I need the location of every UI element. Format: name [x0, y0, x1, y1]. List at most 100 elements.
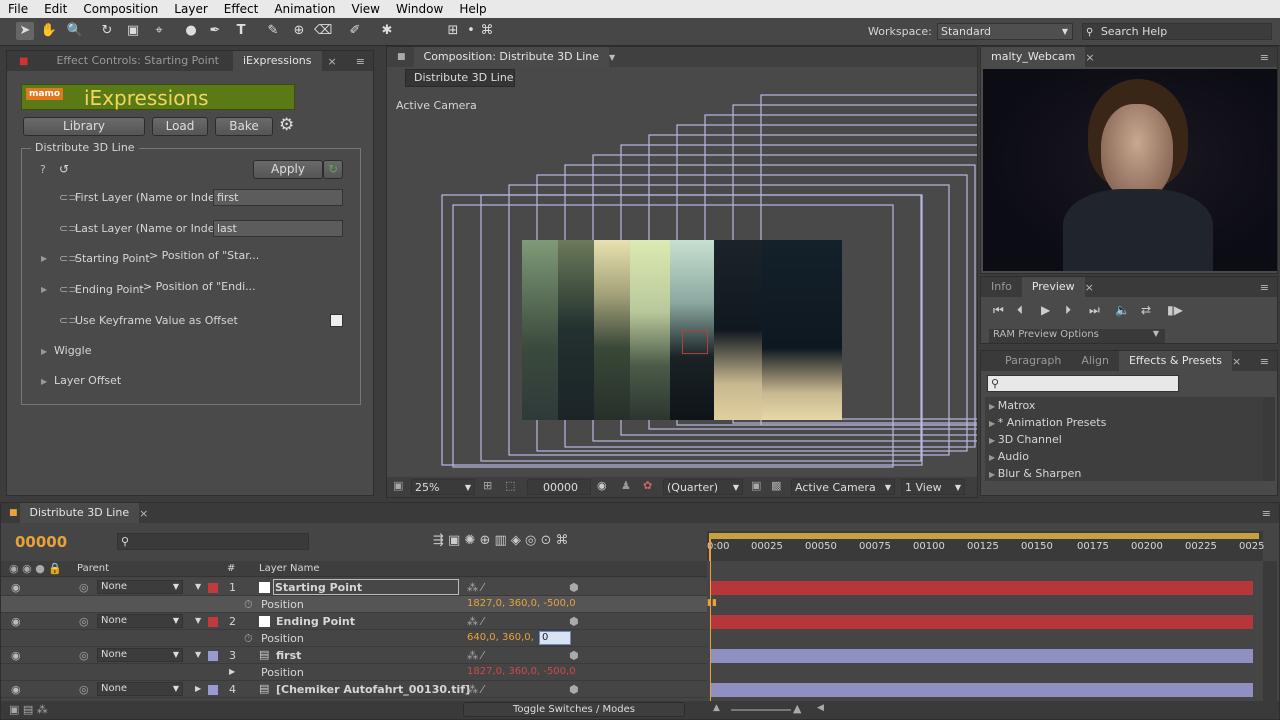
tab-timeline[interactable]: Distribute 3D Line — [19, 503, 140, 523]
loop-icon[interactable]: ⇄ — [1141, 303, 1151, 317]
scroll-left-icon[interactable]: ◀ — [817, 703, 824, 713]
layer-duration-bar[interactable] — [711, 683, 1253, 697]
label-color-swatch[interactable] — [208, 685, 218, 695]
layer-switches[interactable]: ⁂ ⁄ — [467, 649, 483, 662]
property-value[interactable]: 1827,0, 360,0, -500,0 — [467, 598, 576, 609]
menu-effect[interactable]: Effect — [216, 2, 267, 16]
eye-icon[interactable]: ◉ — [11, 683, 21, 696]
zoom-out-icon[interactable]: ▲ — [713, 703, 720, 713]
axis-mode-icon[interactable]: ⊞ — [444, 22, 462, 40]
parent-select[interactable]: None ▼ — [97, 648, 183, 662]
3d-layer-icon[interactable]: ⬢ — [569, 649, 579, 662]
layer-name[interactable]: Starting Point — [275, 581, 362, 594]
keyframe-offset-checkbox[interactable] — [330, 314, 343, 327]
next-frame-icon[interactable]: ⏵ — [1065, 303, 1071, 318]
property-value[interactable]: 1827,0, 360,0, -500,0 — [467, 666, 576, 677]
zoom-in-icon[interactable]: ▲ — [793, 702, 801, 715]
pickwhip-icon[interactable]: ◎ — [79, 683, 89, 696]
search-help-input[interactable]: ⚲ Search Help — [1082, 23, 1272, 40]
layer-switches-pane-icons[interactable]: ▣ ▤ ⁂ — [9, 703, 48, 716]
pickwhip-icon[interactable]: ◎ — [79, 649, 89, 662]
expand-triangle-icon[interactable]: ▶ — [41, 347, 47, 356]
3d-layer-icon[interactable]: ⬢ — [569, 615, 579, 628]
panel-menu-icon[interactable]: ≡ — [1262, 507, 1271, 520]
workspace-select[interactable]: Standard ▼ — [937, 23, 1073, 40]
camera-select[interactable]: Active Camera ▼ — [791, 479, 895, 495]
layer-name[interactable]: first — [276, 649, 301, 662]
layer-name[interactable]: Ending Point — [276, 615, 355, 628]
label-color-swatch[interactable] — [208, 651, 218, 661]
layer-switches[interactable]: ⁂ ⁄ — [467, 581, 483, 594]
apply-button[interactable]: Apply — [253, 160, 323, 179]
close-icon[interactable]: × — [139, 507, 148, 520]
resolution-select[interactable]: (Quarter) ▼ — [663, 479, 743, 495]
tab-webcam[interactable]: malty_Webcam — [981, 47, 1086, 67]
effects-search-input[interactable]: ⚲ — [987, 375, 1179, 392]
ending-point-value[interactable]: -> Position of "Endi... — [139, 280, 256, 293]
pen-tool-icon[interactable]: ✒ — [206, 22, 224, 40]
bake-button[interactable]: Bake — [215, 117, 273, 136]
play-icon[interactable]: ▶ — [1041, 303, 1050, 317]
panel-menu-icon[interactable]: ≡ — [1260, 355, 1269, 368]
effects-scrollbar[interactable] — [1263, 397, 1275, 481]
timeline-tool-icons[interactable]: ⇶ ▣ ✺ ⊕ ▥ ◈ ◎ ⊙ ⌘ — [433, 533, 569, 548]
panel-menu-icon[interactable]: ≡ — [1260, 51, 1269, 64]
expand-triangle-icon[interactable]: ▼ — [195, 582, 201, 591]
mask-icon[interactable]: ⬚ — [505, 479, 515, 492]
menu-view[interactable]: View — [344, 2, 388, 16]
expand-triangle-icon[interactable]: ▶ — [229, 667, 235, 676]
first-layer-input[interactable]: first — [213, 189, 343, 206]
list-item[interactable]: ▶ Matrox — [989, 399, 1035, 412]
layer-duration-bar[interactable] — [711, 649, 1253, 663]
parent-select[interactable]: None ▼ — [97, 682, 183, 696]
layer-duration-bar[interactable] — [711, 581, 1253, 595]
work-area-bar[interactable] — [709, 533, 1259, 539]
zoom-tool-icon[interactable]: 🔍 — [66, 22, 84, 40]
refresh-icon[interactable]: ↻ — [323, 160, 343, 179]
list-item[interactable]: ▶ Blur & Sharpen — [989, 467, 1081, 480]
expand-triangle-icon[interactable]: ▶ — [41, 254, 47, 263]
text-tool-icon[interactable]: T — [232, 22, 250, 40]
timeline-scrollbar[interactable] — [1263, 561, 1277, 701]
library-button[interactable]: Library — [23, 117, 145, 136]
puppet-tool-icon[interactable]: ✱ — [378, 22, 396, 40]
panel-menu-icon[interactable]: ≡ — [1260, 281, 1269, 294]
transparency-grid-icon[interactable]: ▩ — [771, 479, 781, 492]
close-icon[interactable]: × — [1085, 51, 1094, 64]
load-button[interactable]: Load — [152, 117, 208, 136]
gear-icon[interactable]: ⚙ — [279, 115, 294, 135]
stopwatch-icon[interactable]: ⏱ — [244, 632, 253, 646]
menu-composition[interactable]: Composition — [75, 2, 166, 16]
menu-help[interactable]: Help — [451, 2, 494, 16]
timecode-field[interactable]: 00000 — [527, 479, 591, 495]
list-item[interactable]: ▶ 3D Channel — [989, 433, 1062, 446]
zoom-select[interactable]: 25% ▼ — [411, 479, 475, 495]
menu-animation[interactable]: Animation — [266, 2, 343, 16]
menu-window[interactable]: Window — [388, 2, 451, 16]
pan-behind-tool-icon[interactable]: ⌖ — [150, 22, 168, 40]
last-frame-icon[interactable]: ⏭ — [1089, 303, 1100, 318]
panel-menu-icon[interactable]: ≡ — [356, 55, 365, 68]
selection-tool-icon[interactable]: ➤ — [16, 22, 34, 40]
clone-tool-icon[interactable]: ⊕ — [290, 22, 308, 40]
layer-name[interactable]: [Chemiker Autofahrt_00130.tif] — [276, 683, 470, 696]
expand-triangle-icon[interactable]: ▶ — [41, 285, 47, 294]
expand-triangle-icon[interactable]: ▼ — [195, 650, 201, 659]
region-icon[interactable]: ▣ — [393, 479, 403, 492]
tab-preview[interactable]: Preview — [1021, 277, 1085, 297]
tab-effect-controls[interactable]: Effect Controls: Starting Point — [46, 51, 229, 71]
snapshot-icon[interactable]: ◉ — [597, 479, 607, 492]
ellipse-tool-icon[interactable]: ● — [182, 22, 200, 40]
tab-paragraph[interactable]: Paragraph — [995, 351, 1071, 371]
property-value-edit[interactable]: 0 — [539, 631, 571, 645]
expand-triangle-icon[interactable]: ▼ — [195, 616, 201, 625]
reset-icon[interactable]: ↺ — [59, 162, 69, 176]
layer-row[interactable]: ◉ ◎ None ▼ ▼ 3 ▤ first ⁂ ⁄ ⬢ — [1, 647, 707, 664]
last-layer-input[interactable]: last — [213, 220, 343, 237]
breadcrumb[interactable]: Distribute 3D Line — [405, 69, 515, 87]
pickwhip-icon[interactable]: ◎ — [79, 615, 89, 628]
close-icon[interactable]: × — [1232, 355, 1241, 368]
eye-icon[interactable]: ◉ — [11, 581, 21, 594]
roi-icon[interactable]: ▣ — [751, 479, 761, 492]
parent-select[interactable]: None ▼ — [97, 580, 183, 594]
